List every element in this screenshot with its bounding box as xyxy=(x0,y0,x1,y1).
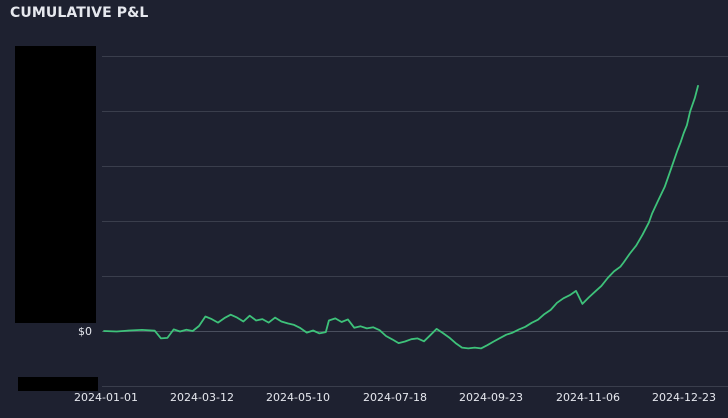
y-tick-label: $0 xyxy=(78,325,92,338)
cumulative-pnl-line xyxy=(103,85,699,350)
grid-lines xyxy=(102,56,728,387)
x-tick-label: 2024-11-06 xyxy=(556,391,620,404)
x-axis-ticks: 2024-01-01 2024-03-12 2024-05-10 2024-07-18… xyxy=(74,391,716,404)
x-tick-label: 2024-09-23 xyxy=(459,391,523,404)
x-tick-label: 2024-12-23 xyxy=(652,391,716,404)
y-axis-ticks: $0 xyxy=(78,325,92,338)
x-tick-label: 2024-03-12 xyxy=(170,391,234,404)
x-tick-label: 2024-05-10 xyxy=(266,391,330,404)
x-tick-label: 2024-01-01 xyxy=(74,391,138,404)
x-tick-label: 2024-07-18 xyxy=(363,391,427,404)
pnl-chart: 2024-01-01 2024-03-12 2024-05-10 2024-07-18… xyxy=(74,56,728,404)
redacted-footer xyxy=(18,377,98,391)
redacted-axis-labels xyxy=(15,46,96,323)
